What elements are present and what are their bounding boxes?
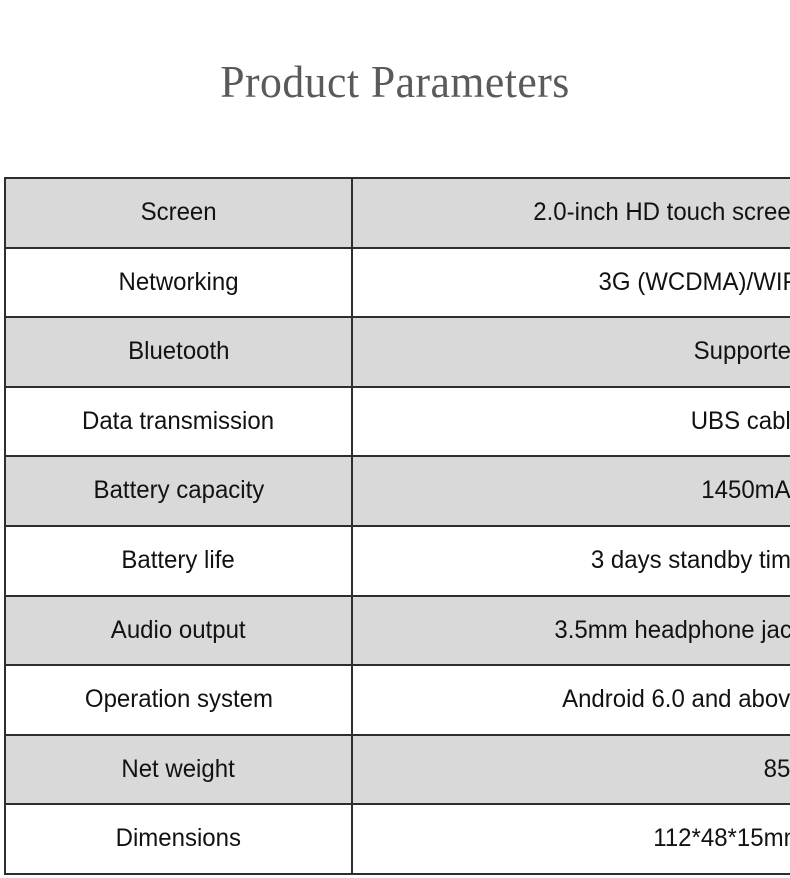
table-row: Operation system Android 6.0 and above bbox=[4, 664, 790, 736]
spec-value-text: 1450mAh bbox=[701, 476, 790, 505]
table-row: Dimensions 112*48*15mm bbox=[4, 803, 790, 875]
spec-label-text: Networking bbox=[118, 267, 239, 296]
spec-value-text: 3.5mm headphone jack bbox=[554, 615, 790, 644]
spec-value-cell: Supported bbox=[351, 316, 790, 388]
spec-label-cell: Dimensions bbox=[4, 803, 353, 875]
page-title: Product Parameters bbox=[220, 55, 570, 107]
spec-label-cell: Audio output bbox=[4, 594, 353, 667]
table-row: Battery life 3 days standby time bbox=[4, 524, 790, 597]
spec-value-cell: Android 6.0 and above bbox=[351, 664, 790, 736]
spec-value-cell: UBS cable bbox=[351, 385, 790, 458]
table-row: Net weight 85g bbox=[4, 733, 790, 806]
spec-label-cell: Battery capacity bbox=[4, 455, 353, 527]
spec-label-cell: Battery life bbox=[4, 524, 353, 597]
spec-value-cell: 3.5mm headphone jack bbox=[351, 594, 790, 667]
spec-label-cell: Screen bbox=[4, 177, 353, 249]
spec-value-text: 85g bbox=[763, 754, 790, 783]
spec-label-text: Battery life bbox=[121, 546, 236, 575]
table-row: Audio output 3.5mm headphone jack bbox=[4, 594, 790, 667]
table-row: Data transmission UBS cable bbox=[4, 385, 790, 458]
spec-value-cell: 85g bbox=[351, 733, 790, 806]
spec-label-cell: Data transmission bbox=[4, 385, 353, 458]
spec-value-text: 3 days standby time bbox=[590, 546, 790, 575]
product-parameters-table: Screen 2.0-inch HD touch screen Networki… bbox=[4, 177, 790, 875]
spec-value-cell: 3 days standby time bbox=[351, 524, 790, 597]
spec-label-cell: Operation system bbox=[4, 664, 353, 736]
product-parameters-page: Product Parameters Screen 2.0-inch HD to… bbox=[0, 0, 790, 878]
spec-value-cell: 112*48*15mm bbox=[351, 803, 790, 875]
page-title-container: Product Parameters bbox=[0, 0, 790, 177]
spec-value-text: Supported bbox=[693, 337, 790, 366]
table-row: Bluetooth Supported bbox=[4, 316, 790, 388]
spec-value-text: 112*48*15mm bbox=[653, 824, 790, 853]
spec-label-cell: Networking bbox=[4, 246, 353, 319]
table-row: Networking 3G (WCDMA)/WIFI bbox=[4, 246, 790, 319]
spec-value-cell: 2.0-inch HD touch screen bbox=[351, 177, 790, 249]
spec-value-text: 3G (WCDMA)/WIFI bbox=[598, 267, 790, 296]
spec-value-cell: 3G (WCDMA)/WIFI bbox=[351, 246, 790, 319]
spec-label-text: Battery capacity bbox=[93, 476, 264, 505]
spec-label-text: Screen bbox=[140, 198, 217, 227]
table-body: Screen 2.0-inch HD touch screen Networki… bbox=[4, 177, 790, 875]
spec-label-cell: Net weight bbox=[4, 733, 353, 806]
spec-label-text: Audio output bbox=[111, 615, 246, 644]
table-row: Battery capacity 1450mAh bbox=[4, 455, 790, 527]
spec-value-text: UBS cable bbox=[690, 406, 790, 435]
spec-value-text: Android 6.0 and above bbox=[562, 685, 790, 714]
spec-value-text: 2.0-inch HD touch screen bbox=[533, 198, 790, 227]
spec-label-text: Dimensions bbox=[115, 824, 242, 853]
spec-label-text: Operation system bbox=[84, 685, 273, 714]
spec-value-cell: 1450mAh bbox=[351, 455, 790, 527]
spec-label-text: Net weight bbox=[121, 754, 236, 783]
spec-label-text: Data transmission bbox=[82, 406, 275, 435]
spec-label-text: Bluetooth bbox=[127, 337, 230, 366]
table-row: Screen 2.0-inch HD touch screen bbox=[4, 177, 790, 249]
spec-label-cell: Bluetooth bbox=[4, 316, 353, 388]
